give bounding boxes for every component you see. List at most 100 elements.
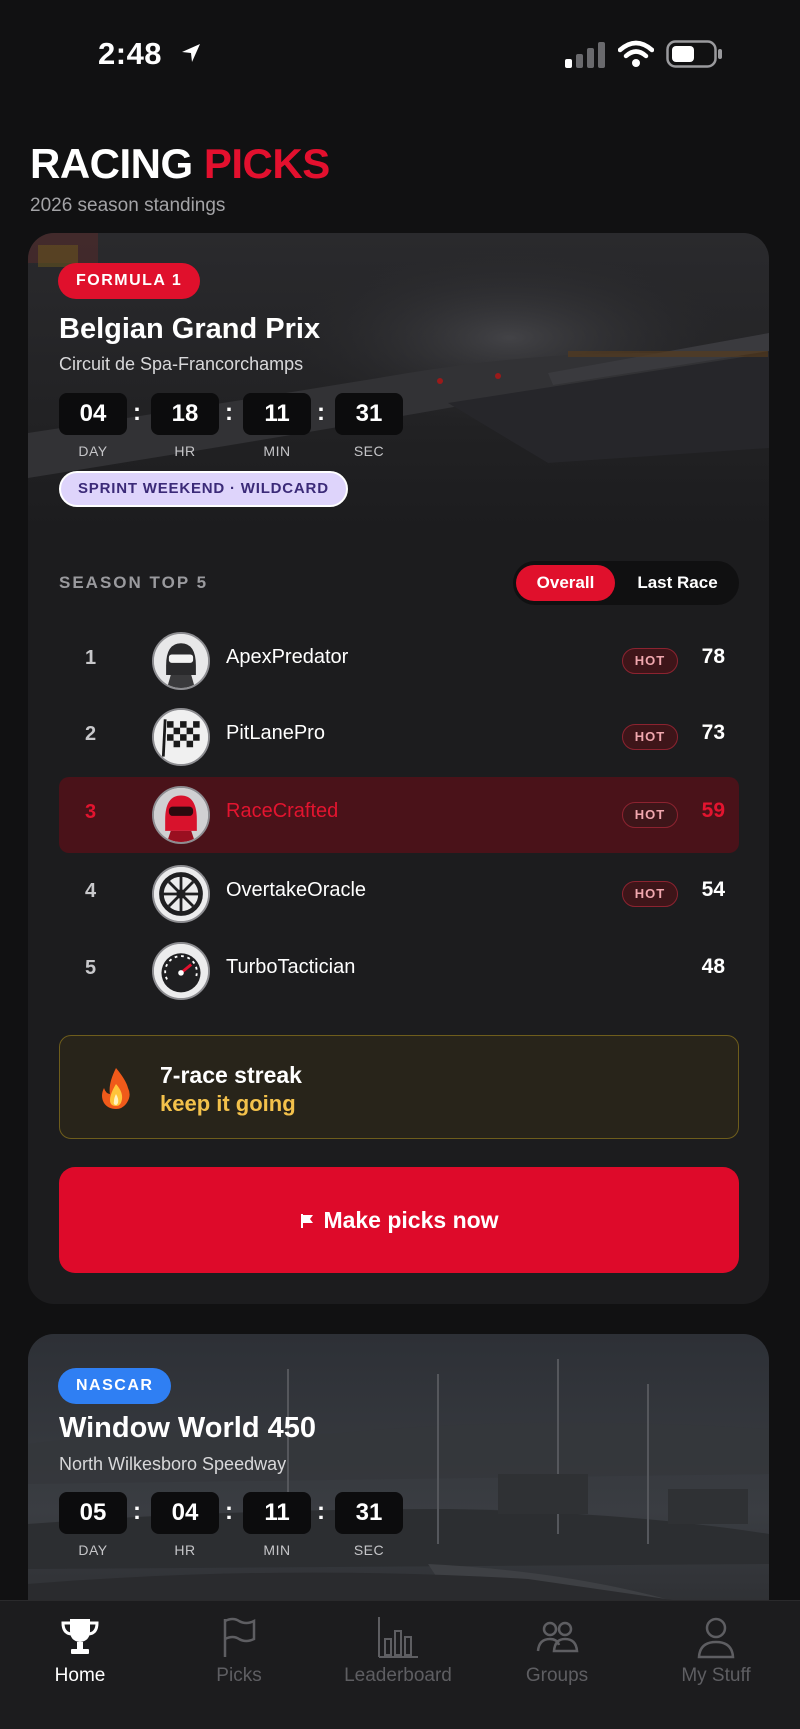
hot-badge: HOT bbox=[622, 881, 678, 907]
bar-chart-icon bbox=[378, 1617, 418, 1658]
row-rank: 5 bbox=[85, 957, 97, 979]
countdown-value: 31 bbox=[335, 1492, 403, 1534]
row-username: OvertakeOracle bbox=[226, 879, 367, 901]
leaderboard-row-current-user[interactable]: 3 RaceCrafted HOT 59 bbox=[59, 777, 739, 853]
flag-icon bbox=[301, 1214, 314, 1228]
make-picks-button[interactable]: Make picks now bbox=[59, 1167, 739, 1273]
countdown-seconds: 31 SEC bbox=[335, 393, 403, 459]
row-rank: 2 bbox=[85, 723, 97, 745]
countdown-label: MIN bbox=[263, 443, 291, 459]
leaderboard-row[interactable]: 1 ApexPredator HOT 78 bbox=[59, 623, 739, 699]
tab-groups[interactable]: Groups bbox=[482, 1615, 632, 1687]
countdown-value: 18 bbox=[151, 393, 219, 435]
trophy-icon bbox=[61, 1619, 99, 1654]
tab-label: Leaderboard bbox=[344, 1665, 452, 1686]
countdown-seconds: 31 SEC bbox=[335, 1492, 403, 1558]
standings-filter-toggle: Overall Last Race bbox=[513, 561, 739, 605]
countdown-value: 05 bbox=[59, 1492, 127, 1534]
row-rank: 4 bbox=[85, 880, 97, 902]
tab-my-stuff[interactable]: My Stuff bbox=[641, 1615, 791, 1687]
countdown-value: 11 bbox=[243, 393, 311, 435]
avatar bbox=[152, 786, 210, 844]
race-countdown: 05 DAY : 04 HR : 11 MIN : 31 SEC bbox=[59, 1492, 419, 1562]
fire-icon bbox=[102, 1068, 130, 1109]
wifi-icon bbox=[618, 40, 654, 67]
tab-label: Picks bbox=[216, 1665, 262, 1686]
helmet-icon bbox=[154, 634, 208, 688]
season-top-label: SEASON TOP 5 bbox=[59, 573, 209, 592]
status-bar: 2:48 bbox=[0, 0, 800, 100]
countdown-label: SEC bbox=[353, 1542, 385, 1558]
countdown-separator: : bbox=[133, 1498, 141, 1525]
streak-banner: 7-race streak keep it going bbox=[59, 1035, 739, 1139]
app-title-part2: PICKS bbox=[203, 140, 330, 187]
app-title-part1: RACING bbox=[30, 140, 193, 187]
leaderboard-row[interactable]: 2 PitLanePro HOT 73 bbox=[59, 699, 739, 775]
app-subtitle: 2026 season standings bbox=[30, 195, 226, 216]
countdown-separator: : bbox=[225, 399, 233, 426]
tab-label: Groups bbox=[525, 1665, 589, 1686]
race-title: Belgian Grand Prix bbox=[59, 313, 321, 345]
race-venue: North Wilkesboro Speedway bbox=[59, 1454, 287, 1474]
streak-title: 7-race streak bbox=[160, 1062, 302, 1088]
person-icon bbox=[697, 1617, 735, 1659]
red-helmet-icon bbox=[154, 788, 208, 842]
countdown-label: SEC bbox=[353, 443, 385, 459]
avatar bbox=[152, 708, 210, 766]
countdown-value: 31 bbox=[335, 393, 403, 435]
series-badge: NASCAR bbox=[58, 1368, 172, 1404]
battery-icon bbox=[666, 40, 722, 68]
hot-badge: HOT bbox=[622, 648, 678, 674]
tab-leaderboard[interactable]: Leaderboard bbox=[323, 1615, 473, 1687]
make-picks-label: Make picks now bbox=[323, 1207, 499, 1233]
cellular-signal-icon bbox=[565, 42, 605, 68]
countdown-days: 05 DAY bbox=[59, 1492, 127, 1558]
checkered-flag-icon bbox=[154, 710, 208, 764]
avatar bbox=[152, 942, 210, 1000]
countdown-label: HR bbox=[174, 443, 196, 459]
avatar bbox=[152, 865, 210, 923]
status-time: 2:48 bbox=[98, 36, 163, 71]
countdown-label: DAY bbox=[78, 443, 108, 459]
leaderboard-row[interactable]: 4 OvertakeOracle HOT 54 bbox=[59, 856, 739, 932]
countdown-days: 04 DAY bbox=[59, 393, 127, 459]
countdown-minutes: 11 MIN bbox=[243, 1492, 311, 1558]
featured-race-card[interactable]: FORMULA 1 Belgian Grand Prix Circuit de … bbox=[28, 233, 769, 1304]
hot-badge: HOT bbox=[622, 802, 678, 828]
countdown-separator: : bbox=[317, 399, 325, 426]
row-username: RaceCrafted bbox=[226, 800, 339, 822]
row-username: ApexPredator bbox=[226, 646, 349, 668]
avatar bbox=[152, 632, 210, 690]
flag-icon bbox=[223, 1617, 256, 1657]
countdown-label: MIN bbox=[263, 1542, 291, 1558]
countdown-separator: : bbox=[133, 399, 141, 426]
countdown-separator: : bbox=[225, 1498, 233, 1525]
leaderboard-row[interactable]: 5 TurboTactician 48 bbox=[59, 933, 739, 1009]
countdown-hours: 18 HR bbox=[151, 393, 219, 459]
countdown-separator: : bbox=[317, 1498, 325, 1525]
filter-last-race-button[interactable]: Last Race bbox=[619, 565, 736, 601]
row-points: 54 bbox=[701, 878, 725, 901]
tab-picks[interactable]: Picks bbox=[164, 1615, 314, 1687]
tab-home[interactable]: Home bbox=[5, 1615, 155, 1687]
row-username: TurboTactician bbox=[226, 956, 356, 978]
countdown-value: 11 bbox=[243, 1492, 311, 1534]
row-points: 73 bbox=[701, 721, 725, 744]
countdown-label: DAY bbox=[78, 1542, 108, 1558]
filter-overall-button[interactable]: Overall bbox=[516, 565, 615, 601]
row-rank: 3 bbox=[85, 801, 97, 823]
countdown-hours: 04 HR bbox=[151, 1492, 219, 1558]
sprint-weekend-tag: SPRINT WEEKEND · WILDCARD bbox=[59, 471, 348, 507]
race-venue: Circuit de Spa-Francorchamps bbox=[59, 354, 304, 374]
countdown-value: 04 bbox=[151, 1492, 219, 1534]
row-username: PitLanePro bbox=[226, 722, 325, 744]
row-points: 78 bbox=[701, 645, 725, 668]
group-icon bbox=[536, 1621, 579, 1653]
streak-subtitle: keep it going bbox=[160, 1091, 296, 1116]
series-badge: FORMULA 1 bbox=[58, 263, 201, 299]
location-arrow-icon bbox=[182, 44, 200, 62]
bottom-tab-bar: Home Picks Leaderboard Groups My Stuff bbox=[0, 1600, 800, 1729]
countdown-value: 04 bbox=[59, 393, 127, 435]
row-points: 48 bbox=[701, 955, 725, 978]
race-countdown: 04 DAY : 18 HR : 11 MIN : 31 SEC bbox=[59, 393, 419, 463]
